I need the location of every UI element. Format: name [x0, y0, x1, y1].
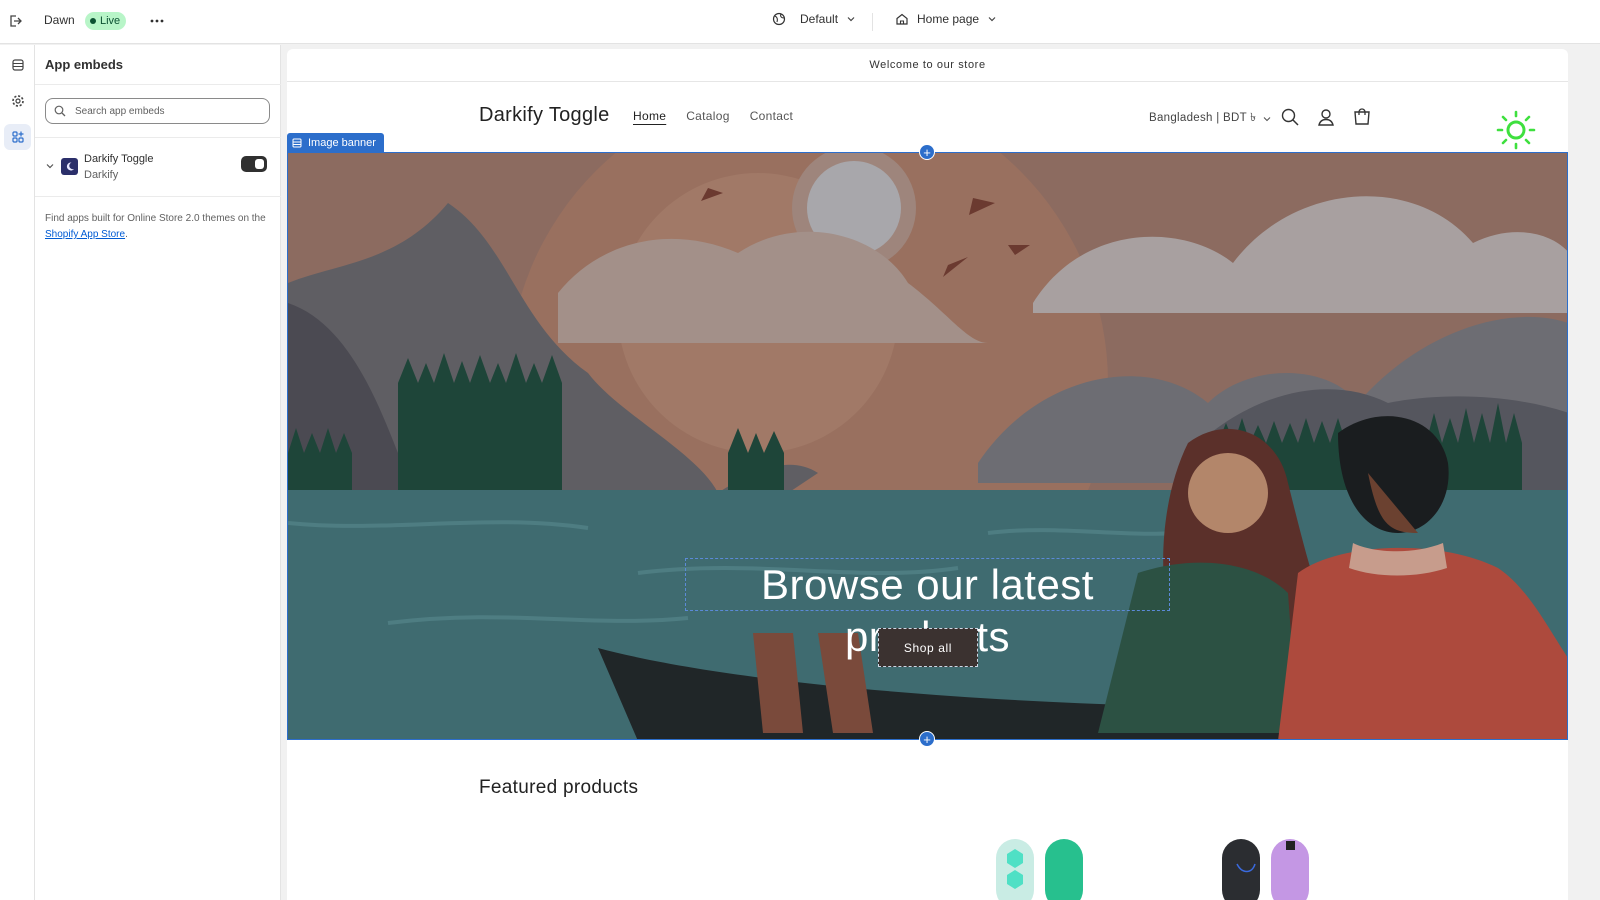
- image-banner[interactable]: Browse our latest products Shop all: [287, 152, 1568, 740]
- divider: [35, 137, 281, 138]
- product-grid: [287, 834, 1568, 900]
- store-header: Darkify Toggle Home Catalog Contact Bang…: [287, 82, 1568, 152]
- section-icon: [292, 138, 302, 147]
- search-icon: [54, 105, 66, 117]
- globe-icon: [772, 12, 786, 26]
- sections-tab[interactable]: [4, 52, 31, 78]
- add-section-bottom-button[interactable]: +: [919, 731, 935, 747]
- page-selector[interactable]: Home page: [895, 12, 997, 26]
- theme-name: Dawn: [44, 13, 75, 27]
- announcement-bar: Welcome to our store: [287, 49, 1568, 82]
- apps-icon: [11, 131, 24, 143]
- nav-contact[interactable]: Contact: [750, 109, 793, 123]
- find-apps-text: Find apps built for Online Store 2.0 the…: [45, 211, 267, 243]
- page-selector-label: Home page: [917, 12, 980, 26]
- panel-title: App embeds: [45, 57, 124, 72]
- chevron-down-icon: [1263, 116, 1271, 121]
- product-snowboard-teal: [996, 839, 1083, 900]
- status-badge: Live: [85, 12, 127, 30]
- view-selector-label: Default: [800, 12, 839, 26]
- divider: [872, 13, 873, 31]
- app-embeds-panel: App embeds Darkify Toggle Darkify Find a…: [35, 45, 281, 900]
- search-field[interactable]: [45, 98, 270, 124]
- moon-icon: [66, 162, 74, 171]
- shop-all-button[interactable]: Shop all: [878, 628, 978, 667]
- app-embed-item: Darkify Toggle Darkify: [45, 152, 271, 186]
- theme-settings-tab[interactable]: [4, 88, 31, 114]
- chevron-down-icon: [988, 17, 996, 22]
- app-embed-toggle[interactable]: [241, 156, 267, 172]
- store-logo[interactable]: Darkify Toggle: [479, 104, 610, 127]
- nav-home[interactable]: Home: [633, 109, 666, 123]
- search-icon[interactable]: [1280, 107, 1300, 132]
- app-embed-name: Darkify Toggle: [84, 153, 154, 165]
- store-preview: Welcome to our store Darkify Toggle Home…: [287, 49, 1568, 900]
- more-actions-icon[interactable]: [148, 13, 166, 29]
- country-selector[interactable]: Bangladesh | BDT ৳: [1149, 109, 1272, 128]
- search-input[interactable]: [75, 105, 255, 117]
- divider: [35, 196, 281, 197]
- divider: [35, 84, 281, 85]
- chevron-down-icon[interactable]: [45, 161, 55, 171]
- status-label: Live: [100, 15, 121, 27]
- find-apps-suffix: .: [125, 229, 128, 240]
- editor-topbar: Dawn Live Default Home page: [0, 0, 1600, 44]
- dark-mode-toggle-sun-icon[interactable]: [1496, 110, 1536, 155]
- status-dot: [90, 18, 96, 24]
- add-section-top-button[interactable]: +: [919, 144, 935, 160]
- editor-rail: [0, 45, 35, 900]
- exit-icon[interactable]: [7, 13, 23, 29]
- section-tag-label: Image banner: [308, 136, 376, 149]
- shopify-app-store-link[interactable]: Shopify App Store: [45, 229, 125, 240]
- section-tag-image-banner[interactable]: Image banner: [287, 133, 384, 152]
- cart-icon[interactable]: [1352, 107, 1372, 132]
- account-icon[interactable]: [1316, 107, 1336, 132]
- view-selector[interactable]: Default: [772, 12, 856, 26]
- find-apps-prefix: Find apps built for Online Store 2.0 the…: [45, 213, 266, 224]
- product-images: [996, 839, 1309, 900]
- sections-icon: [11, 59, 24, 71]
- toggle-knob: [255, 159, 264, 169]
- app-embeds-tab[interactable]: [4, 124, 31, 150]
- app-embed-vendor: Darkify: [84, 169, 119, 181]
- banner-heading[interactable]: Browse our latest products: [685, 558, 1170, 660]
- featured-products-heading: Featured products: [479, 777, 639, 798]
- home-icon: [896, 13, 908, 25]
- nav-catalog[interactable]: Catalog: [686, 109, 729, 123]
- country-label: Bangladesh | BDT ৳: [1149, 112, 1257, 124]
- app-logo: [61, 158, 78, 175]
- gear-icon: [11, 95, 24, 107]
- store-nav: Home Catalog Contact: [633, 109, 793, 123]
- chevron-down-icon: [847, 17, 855, 22]
- product-snowboard-dark: [1222, 839, 1309, 900]
